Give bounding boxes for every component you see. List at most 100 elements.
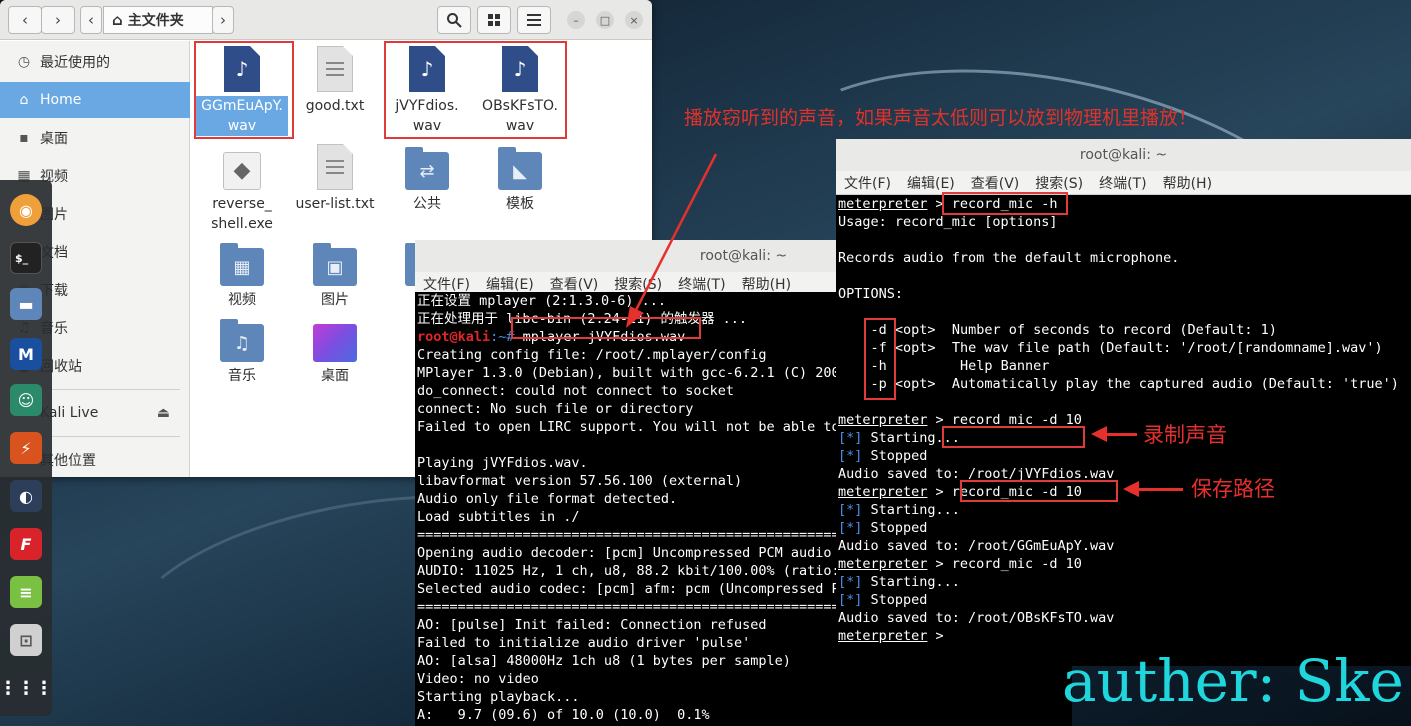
file-name: GGmEuApY. wav (196, 96, 288, 136)
file-item[interactable]: 桌面 (289, 320, 381, 386)
meterpreter-prompt: meterpreter (838, 412, 928, 428)
close-icon: × (629, 13, 639, 27)
terminal-line: Video: no video (417, 671, 539, 687)
file-item[interactable]: ◆ reverse_ shell.exe (196, 148, 288, 234)
path-bar-home[interactable]: ⌂ 主文件夹 (103, 6, 213, 34)
option-desc: Help Banner (959, 358, 1050, 374)
file-item[interactable]: good.txt (289, 46, 381, 116)
sidebar-item-label: Home (40, 92, 82, 108)
menu-edit[interactable]: 编辑(E) (486, 274, 534, 294)
terminal-line: [*] Starting... (838, 429, 1411, 447)
search-button[interactable] (437, 6, 471, 34)
app-grid-icon[interactable]: ⋮⋮⋮ (0, 672, 53, 704)
terminal-command: record_mic -d 10 (951, 556, 1082, 572)
terminal-line: [*] Starting... (838, 573, 1411, 591)
file-item[interactable]: ◣ 模板 (474, 147, 566, 214)
menu-edit[interactable]: 编辑(E) (907, 173, 955, 193)
maximize-button[interactable]: □ (596, 11, 614, 29)
path-label: 主文件夹 (127, 13, 184, 29)
file-name: good.txt (305, 98, 365, 114)
path-scroll-left-button[interactable]: ‹ (80, 6, 102, 34)
eject-icon[interactable]: ⏏ (157, 405, 170, 421)
view-grid-button[interactable] (477, 6, 511, 34)
annotation-record: 录制声音 (1143, 423, 1227, 447)
terminal-window-meterpreter: root@kali: ~ 文件(F) 编辑(E) 查看(V) 搜索(S) 终端(… (836, 139, 1411, 666)
desktop-folder-icon (313, 324, 357, 362)
option-flag: -d (870, 322, 887, 338)
audio-file-icon: ♪ (409, 46, 445, 92)
file-name: jVYFdios. wav (395, 98, 459, 134)
file-name: 桌面 (321, 368, 349, 384)
saved-prefix: Audio saved to: (838, 466, 969, 482)
terminal-icon[interactable]: $_ (10, 242, 42, 274)
files-icon[interactable]: ▬ (10, 288, 42, 320)
file-name: 视频 (228, 292, 256, 308)
close-button[interactable]: × (625, 11, 643, 29)
chevron-left-icon: ‹ (88, 11, 94, 29)
file-name: reverse_ shell.exe (211, 196, 273, 232)
option-line: -f <opt> The wav file path (Default: '/r… (838, 339, 1411, 357)
file-name: OBsKFsTO. wav (482, 98, 558, 134)
grid-icon (488, 14, 500, 26)
info-star: [*] (838, 430, 863, 446)
faraday-icon[interactable]: F (10, 528, 42, 560)
forward-button[interactable]: › (41, 6, 75, 34)
menu-button[interactable] (517, 6, 551, 34)
menu-help[interactable]: 帮助(H) (742, 274, 791, 294)
chevron-right-icon: › (55, 11, 61, 29)
file-name: 模板 (506, 196, 534, 212)
file-item[interactable]: ♫ 音乐 (196, 319, 288, 386)
arrow-icon (626, 153, 718, 328)
beef-icon[interactable]: ◐ (10, 480, 42, 512)
terminal-menubar: 文件(F) 编辑(E) 查看(V) 搜索(S) 终端(T) 帮助(H) (836, 171, 1411, 195)
file-item[interactable]: ♪ GGmEuApY. wav (196, 46, 288, 136)
terminal-output[interactable]: meterpreter > record_mic -h Usage: recor… (836, 195, 1411, 666)
screenshot-icon[interactable]: ⊡ (10, 624, 42, 656)
file-item[interactable]: ▣ 图片 (289, 243, 381, 310)
minimize-icon: – (573, 13, 579, 27)
terminal-command: record_mic -h (951, 196, 1058, 212)
file-item[interactable]: ▦ 视频 (196, 243, 288, 310)
menu-search[interactable]: 搜索(S) (1035, 173, 1083, 193)
burpsuite-icon[interactable]: ⚡ (10, 432, 42, 464)
file-item[interactable]: user-list.txt (289, 144, 381, 214)
menu-view[interactable]: 查看(V) (971, 173, 1020, 193)
chevron-right-icon: › (220, 11, 226, 29)
sidebar-item-recent[interactable]: ◷ 最近使用的 (0, 44, 190, 80)
option-flag: -h (870, 358, 887, 374)
metasploit-icon[interactable]: M (10, 338, 42, 370)
file-item[interactable]: ♪ OBsKFsTO. wav (474, 46, 566, 136)
menu-file[interactable]: 文件(F) (844, 173, 891, 193)
terminal-line: Starting playback... (417, 689, 580, 705)
minimize-button[interactable]: – (567, 11, 585, 29)
terminal-command: mplayer jVYFdios.wav (514, 329, 686, 345)
menu-view[interactable]: 查看(V) (550, 274, 599, 294)
option-flag: -f (870, 340, 887, 356)
maximize-icon: □ (599, 13, 611, 27)
option-line: -d <opt> Number of seconds to record (De… (838, 321, 1411, 339)
menu-help[interactable]: 帮助(H) (1163, 173, 1212, 193)
chevron-left-icon: ‹ (22, 11, 28, 29)
menu-terminal[interactable]: 终端(T) (1099, 173, 1146, 193)
back-button[interactable]: ‹ (8, 6, 42, 34)
file-item[interactable]: ⇄ 公共 (381, 147, 473, 214)
text-file-icon (317, 46, 353, 92)
terminal-command: record_mic -d 10 (951, 484, 1082, 500)
sidebar-item-home[interactable]: ⌂ Home (0, 82, 190, 118)
info-star: [*] (838, 520, 863, 536)
home-icon: ⌂ (112, 11, 123, 29)
menu-file[interactable]: 文件(F) (423, 274, 470, 294)
hamburger-icon (527, 14, 541, 26)
firefox-icon[interactable]: ◉ (10, 194, 42, 226)
armitage-icon[interactable]: ☺ (10, 384, 42, 416)
file-item[interactable]: ♪ jVYFdios. wav (381, 46, 473, 136)
info-star: [*] (838, 448, 863, 464)
status-text: Stopped (870, 520, 928, 536)
terminal-line: Records audio from the default microphon… (838, 250, 1180, 266)
sidebar-item-desktop[interactable]: ▪ 桌面 (0, 120, 190, 156)
path-scroll-right-button[interactable]: › (212, 6, 234, 34)
leafpad-icon[interactable]: ≡ (10, 576, 42, 608)
meterpreter-prompt: meterpreter (838, 556, 928, 572)
